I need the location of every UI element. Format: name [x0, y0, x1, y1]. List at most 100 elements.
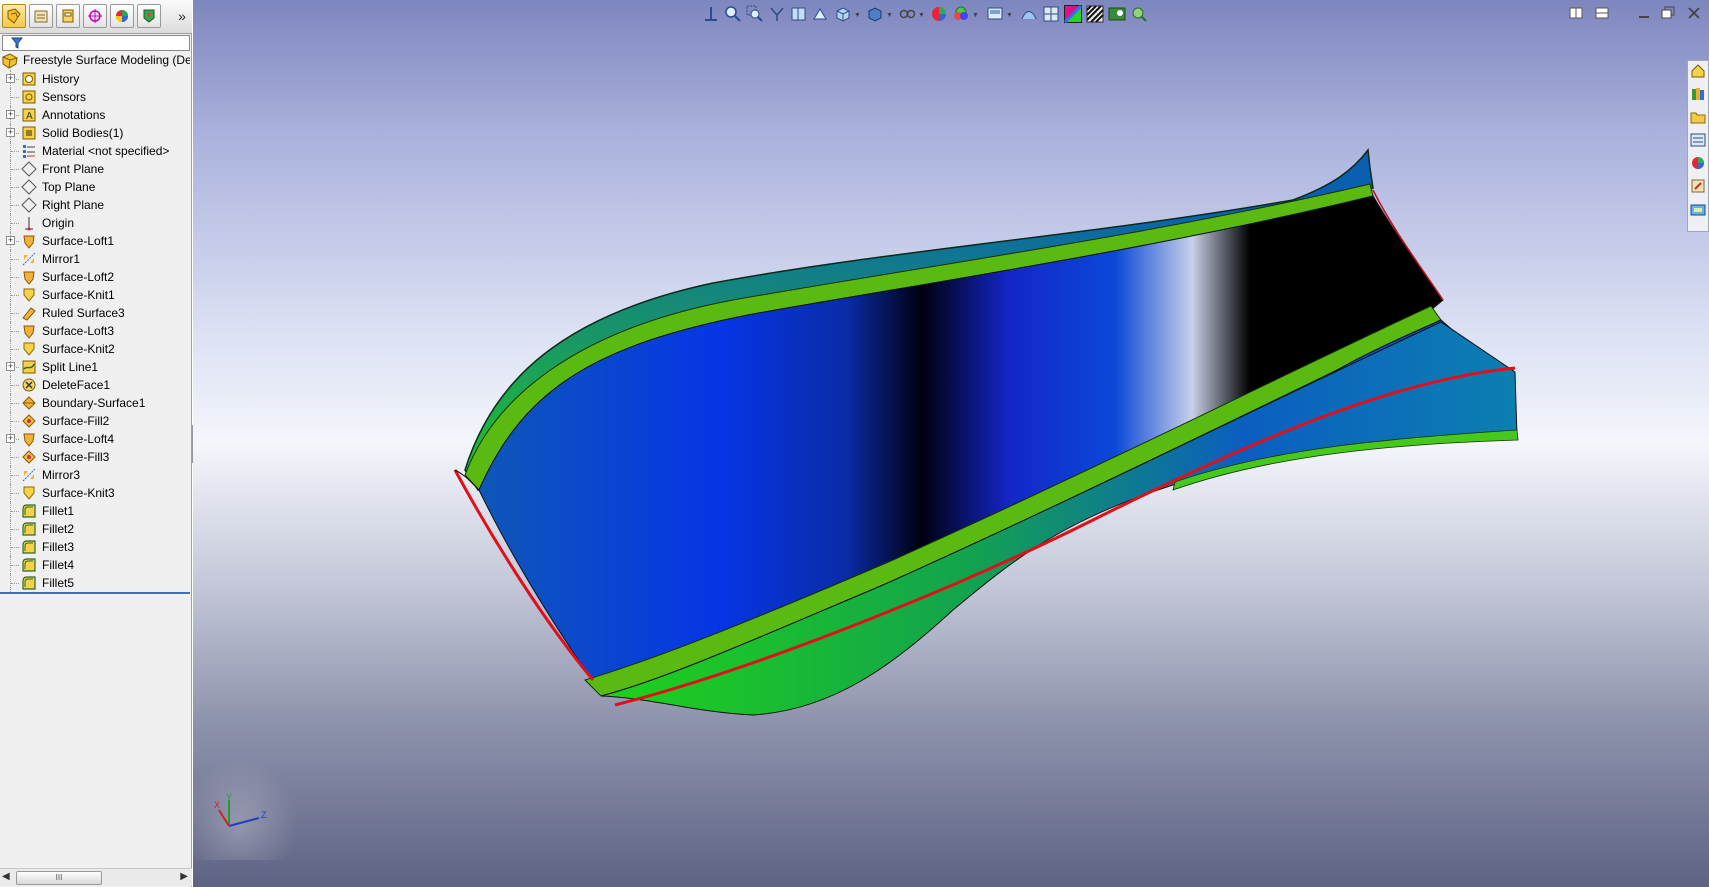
tree-item[interactable]: Surface-Loft2: [0, 268, 192, 286]
tree-filter-bar[interactable]: [2, 35, 190, 51]
tree-item[interactable]: Sensors: [0, 88, 192, 106]
view-palette-tab[interactable]: [1689, 130, 1708, 152]
toolbox-tab[interactable]: [1689, 199, 1708, 221]
draft-analysis-icon: [1043, 6, 1059, 22]
draft-analysis-button[interactable]: [1041, 4, 1061, 24]
file-explorer-tab[interactable]: [1689, 107, 1708, 129]
tree-item[interactable]: Ruled Surface3: [0, 304, 192, 322]
zebra-stripes-button[interactable]: [1085, 4, 1105, 24]
scroll-left-icon[interactable]: ◀: [2, 871, 10, 882]
tree-item[interactable]: + Solid Bodies(1): [0, 124, 192, 142]
curvature-display-button[interactable]: [1063, 4, 1083, 24]
dropdown-arrow-icon[interactable]: ▼: [1006, 12, 1013, 19]
tree-item[interactable]: Top Plane: [0, 178, 192, 196]
split-view-vertical-button[interactable]: [1569, 6, 1583, 20]
view-settings-button[interactable]: [985, 4, 1005, 24]
tree-item[interactable]: + Split Line1: [0, 358, 192, 376]
view-orientation-button[interactable]: [701, 4, 721, 24]
tree-item[interactable]: + History: [0, 70, 192, 88]
expand-toggle-icon[interactable]: +: [6, 128, 15, 137]
expand-toggle-icon[interactable]: +: [6, 74, 15, 83]
tree-item-label: Surface-Loft2: [42, 270, 115, 284]
tree-item[interactable]: Material <not specified>: [0, 142, 192, 160]
tree-root-part[interactable]: Freestyle Surface Modeling (Def: [2, 52, 190, 69]
tree-item[interactable]: Right Plane: [0, 196, 192, 214]
tree-connector: [11, 511, 19, 513]
tree-item-label: Split Line1: [42, 360, 99, 374]
triad-x-axis: [218, 809, 230, 827]
property-manager-tab[interactable]: [29, 4, 53, 28]
tree-item[interactable]: Boundary-Surface1: [0, 394, 192, 412]
surface-loft-icon: [21, 269, 37, 285]
design-library-tab[interactable]: [1689, 84, 1708, 106]
close-button[interactable]: [1687, 6, 1701, 20]
scroll-right-icon[interactable]: ▶: [180, 871, 188, 882]
tree-item[interactable]: Fillet2: [0, 520, 192, 538]
tree-item[interactable]: + Surface-Loft1: [0, 232, 192, 250]
appearances-scenes-tab[interactable]: [1689, 153, 1708, 175]
tree-item-label: Origin: [42, 216, 75, 230]
surface-model-view[interactable]: [193, 0, 1709, 887]
dropdown-arrow-icon[interactable]: ▼: [972, 12, 979, 19]
tree-item[interactable]: Surface-Knit1: [0, 286, 192, 304]
scroll-thumb[interactable]: III: [16, 871, 102, 885]
tree-item[interactable]: Surface-Loft3: [0, 322, 192, 340]
tree-connector: [11, 259, 19, 261]
tree-item[interactable]: Fillet1: [0, 502, 192, 520]
realview-button[interactable]: [1107, 4, 1127, 24]
cam-manager-tab[interactable]: [137, 4, 161, 28]
tree-item[interactable]: Surface-Fill2: [0, 412, 192, 430]
dropdown-arrow-icon[interactable]: ▼: [854, 12, 861, 19]
dropdown-arrow-icon[interactable]: ▼: [886, 12, 893, 19]
tree-item[interactable]: + Surface-Loft4: [0, 430, 192, 448]
curvature-button[interactable]: [1019, 4, 1039, 24]
custom-properties-icon: [1691, 179, 1705, 193]
solidworks-resources-tab[interactable]: [1689, 61, 1708, 83]
edit-appearance-button[interactable]: [929, 4, 949, 24]
dropdown-arrow-icon[interactable]: ▼: [918, 12, 925, 19]
expand-toggle-icon[interactable]: +: [6, 110, 15, 119]
expand-toggle-icon[interactable]: +: [6, 236, 15, 245]
more-tabs-chevron-icon[interactable]: »: [174, 6, 190, 26]
tree-item[interactable]: Origin: [0, 214, 192, 232]
expand-toggle-icon[interactable]: +: [6, 362, 15, 371]
photoview-button[interactable]: [1129, 4, 1149, 24]
apply-scene-button[interactable]: [951, 4, 971, 24]
hide-show-items-button[interactable]: [897, 4, 917, 24]
restore-button[interactable]: [1661, 6, 1675, 20]
tree-item[interactable]: Mirror1: [0, 250, 192, 268]
expand-toggle-icon[interactable]: +: [6, 434, 15, 443]
display-manager-tab[interactable]: [110, 4, 134, 28]
dimxpert-manager-icon: [88, 9, 102, 23]
graphics-area[interactable]: ▼ ▼ ▼ ▼ ▼ X Y Z: [193, 0, 1709, 887]
tree-item[interactable]: Fillet4: [0, 556, 192, 574]
tree-item[interactable]: Surface-Fill3: [0, 448, 192, 466]
dimxpert-manager-tab[interactable]: [83, 4, 107, 28]
minimize-button[interactable]: [1637, 6, 1651, 20]
filter-icon: [11, 37, 23, 49]
zoom-to-area-button[interactable]: [745, 4, 765, 24]
tree-item[interactable]: Fillet3: [0, 538, 192, 556]
tree-item-label: Surface-Knit3: [42, 486, 115, 500]
tree-item[interactable]: Surface-Knit2: [0, 340, 192, 358]
tree-item-label: Surface-Loft1: [42, 234, 115, 248]
tree-item[interactable]: Surface-Knit3: [0, 484, 192, 502]
previous-view-button[interactable]: [767, 4, 787, 24]
section-view-button[interactable]: [789, 4, 809, 24]
tree-item[interactable]: + A Annotations: [0, 106, 192, 124]
horizontal-scrollbar[interactable]: ◀ III ▶: [0, 868, 192, 886]
tree-item[interactable]: Mirror3: [0, 466, 192, 484]
rollback-bar[interactable]: [0, 592, 190, 594]
tree-item[interactable]: Front Plane: [0, 160, 192, 178]
zoom-to-fit-button[interactable]: [723, 4, 743, 24]
tree-item[interactable]: DeleteFace1: [0, 376, 192, 394]
dynamic-annotation-button[interactable]: [811, 4, 831, 24]
configuration-manager-tab[interactable]: [56, 4, 80, 28]
custom-properties-tab[interactable]: [1689, 176, 1708, 198]
split-view-horizontal-button[interactable]: [1595, 6, 1609, 20]
tree-item[interactable]: Fillet5: [0, 574, 192, 592]
feature-manager-tab[interactable]: [2, 4, 26, 28]
display-style-button[interactable]: [865, 4, 885, 24]
view-orientation-cube-button[interactable]: [833, 4, 853, 24]
fillet-icon: [21, 521, 37, 537]
